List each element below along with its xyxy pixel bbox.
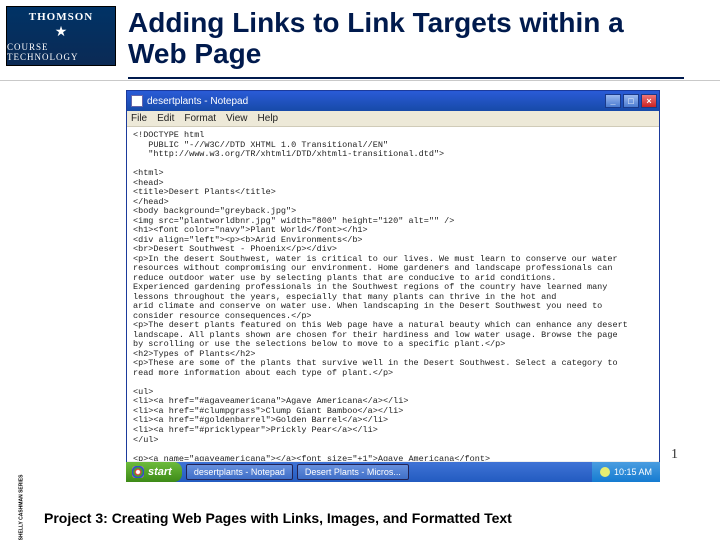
divider — [0, 80, 720, 81]
series-text: SHELLY CASHMAN SERIES — [20, 474, 25, 540]
notepad-icon — [131, 95, 143, 107]
page-number: 1 — [671, 447, 678, 463]
window-controls: _ □ × — [605, 94, 657, 108]
menu-help[interactable]: Help — [258, 113, 279, 124]
window-title: desertplants - Notepad — [147, 96, 605, 107]
slide-heading: Adding Links to Link Targets within a We… — [128, 8, 684, 70]
close-button[interactable]: × — [641, 94, 657, 108]
thomson-logo: THOMSON ★ COURSE TECHNOLOGY — [6, 6, 116, 66]
logo-bottom: COURSE TECHNOLOGY — [7, 42, 115, 62]
menu-edit[interactable]: Edit — [157, 113, 174, 124]
menu-file[interactable]: File — [131, 113, 147, 124]
minimize-button[interactable]: _ — [605, 94, 621, 108]
taskbar-notepad[interactable]: desertplants - Notepad — [186, 464, 293, 480]
clock: 10:15 AM — [614, 467, 652, 477]
menu-view[interactable]: View — [226, 113, 248, 124]
logo-top: THOMSON — [29, 11, 93, 23]
logo-star: ★ — [55, 24, 68, 41]
menubar: File Edit Format View Help — [127, 111, 659, 127]
footer-text: Project 3: Creating Web Pages with Links… — [44, 510, 512, 526]
series-logo: SHELLY CASHMAN SERIES — [2, 484, 42, 530]
maximize-button[interactable]: □ — [623, 94, 639, 108]
titlebar[interactable]: desertplants - Notepad _ □ × — [127, 91, 659, 111]
editor-area[interactable]: <!DOCTYPE html PUBLIC "-//W3C//DTD XHTML… — [127, 127, 659, 461]
menu-format[interactable]: Format — [184, 113, 216, 124]
tray-icon[interactable] — [600, 467, 610, 477]
heading-underline — [128, 77, 684, 79]
system-tray[interactable]: 10:15 AM — [592, 462, 660, 482]
start-button[interactable]: start — [126, 462, 182, 482]
taskbar: start desertplants - Notepad Desert Plan… — [126, 462, 660, 482]
taskbar-browser[interactable]: Desert Plants - Micros... — [297, 464, 409, 480]
slide: THOMSON ★ COURSE TECHNOLOGY Adding Links… — [0, 0, 720, 540]
notepad-window: desertplants - Notepad _ □ × File Edit F… — [126, 90, 660, 482]
